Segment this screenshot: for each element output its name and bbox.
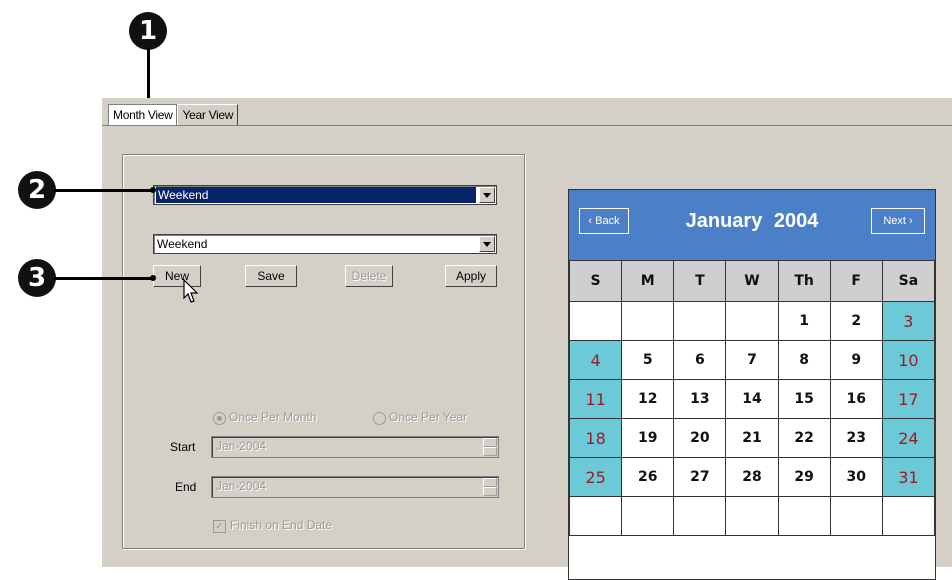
day-cell[interactable]: 2	[829, 301, 883, 341]
day-cell[interactable]: 8	[777, 340, 831, 380]
day-cell[interactable]: 14	[725, 379, 779, 419]
day-cell[interactable]: 19	[621, 418, 675, 458]
finish-on-end-date-label: Finish on End Date	[230, 518, 333, 532]
day-cell[interactable]: 21	[725, 418, 779, 458]
day-cell[interactable]: 22	[777, 418, 831, 458]
schedule-name-value: Weekend	[157, 237, 208, 251]
dow-cell: T	[673, 260, 727, 302]
dow-cell: Sa	[881, 260, 936, 302]
day-cell[interactable]	[621, 301, 675, 341]
weekend-day-cell[interactable]: 25	[568, 457, 623, 497]
day-of-week-row: S M T W Th F Sa	[568, 260, 936, 302]
apply-button[interactable]: Apply	[445, 265, 497, 287]
day-cell[interactable]: 12	[621, 379, 675, 419]
tab-year-view[interactable]: Year View	[177, 104, 239, 125]
day-cell[interactable]: 30	[829, 457, 883, 497]
once-per-year-label: Once Per Year	[389, 410, 468, 424]
callout-1: 1	[129, 12, 167, 50]
calendar-grid: S M T W Th F Sa 1 2 3 4 5 6 7 8 9 10 11 …	[568, 260, 936, 536]
day-cell[interactable]: 5	[621, 340, 675, 380]
end-date-field[interactable]: Jan-2004	[211, 476, 499, 498]
dow-cell: W	[725, 260, 779, 302]
dow-cell: Th	[777, 260, 831, 302]
callout-2: 2	[18, 171, 56, 209]
schedule-panel: Weekend Weekend New Save Delete Apply On…	[122, 154, 525, 549]
day-cell[interactable]	[568, 496, 623, 536]
delete-button[interactable]: Delete	[345, 265, 393, 287]
finish-on-end-date-checkbox[interactable]: ✓	[213, 520, 226, 533]
next-button[interactable]: Next ›	[871, 208, 925, 234]
calendar-week-row: 4 5 6 7 8 9 10	[568, 340, 936, 380]
callout-2-line	[54, 189, 154, 192]
mouse-cursor-icon	[183, 279, 199, 303]
day-cell[interactable]: 7	[725, 340, 779, 380]
start-date-spinner[interactable]	[483, 438, 497, 456]
day-cell[interactable]	[725, 301, 779, 341]
chevron-down-icon[interactable]	[479, 187, 495, 203]
calendar-header: ‹ Back January 2004 Next ›	[569, 190, 935, 260]
day-cell[interactable]	[725, 496, 779, 536]
day-cell[interactable]: 26	[621, 457, 675, 497]
schedule-selector-value: Weekend	[156, 187, 476, 203]
dow-cell: F	[829, 260, 883, 302]
once-per-month-radio[interactable]	[213, 412, 226, 425]
weekend-day-cell[interactable]: 31	[881, 457, 936, 497]
day-cell[interactable]	[829, 496, 883, 536]
end-date-spinner[interactable]	[483, 478, 497, 496]
dow-cell: S	[568, 260, 623, 302]
day-cell[interactable]: 29	[777, 457, 831, 497]
day-cell[interactable]: 6	[673, 340, 727, 380]
day-cell[interactable]	[777, 496, 831, 536]
start-date-field[interactable]: Jan-2004	[211, 436, 499, 458]
day-cell[interactable]: 20	[673, 418, 727, 458]
weekend-day-cell[interactable]: 17	[881, 379, 936, 419]
tab-panel: Weekend Weekend New Save Delete Apply On…	[102, 125, 952, 580]
calendar-week-row: 11 12 13 14 15 16 17	[568, 379, 936, 419]
day-cell[interactable]: 28	[725, 457, 779, 497]
day-cell[interactable]	[881, 496, 936, 536]
callout-3-dot	[150, 275, 156, 281]
day-cell[interactable]: 15	[777, 379, 831, 419]
callout-3-line	[54, 277, 154, 280]
day-cell[interactable]	[568, 301, 623, 341]
dow-cell: M	[621, 260, 675, 302]
tab-strip: Month View Year View	[108, 104, 239, 126]
weekend-day-cell[interactable]: 18	[568, 418, 623, 458]
schedule-selector-combo[interactable]: Weekend	[153, 185, 497, 205]
day-cell[interactable]: 9	[829, 340, 883, 380]
tab-month-view[interactable]: Month View	[108, 104, 178, 126]
chevron-down-icon[interactable]	[479, 236, 495, 252]
schedule-window: Month View Year View Weekend Weekend New…	[102, 98, 952, 580]
callout-3: 3	[18, 259, 56, 297]
start-date-value: Jan-2004	[216, 439, 267, 453]
save-button[interactable]: Save	[245, 265, 297, 287]
day-cell[interactable]	[621, 496, 675, 536]
end-label: End	[175, 480, 197, 494]
calendar-week-row: 1 2 3	[568, 301, 936, 341]
callout-2-dot	[150, 187, 156, 193]
month-calendar: ‹ Back January 2004 Next › S M T W Th F …	[568, 189, 936, 580]
weekend-day-cell[interactable]: 11	[568, 379, 623, 419]
once-per-month-label: Once Per Month	[229, 410, 317, 424]
day-cell[interactable]: 16	[829, 379, 883, 419]
day-cell[interactable]	[673, 301, 727, 341]
weekend-day-cell[interactable]: 3	[881, 301, 936, 341]
end-date-value: Jan-2004	[216, 479, 267, 493]
calendar-week-row: 18 19 20 21 22 23 24	[568, 418, 936, 458]
weekend-day-cell[interactable]: 24	[881, 418, 936, 458]
day-cell[interactable]: 13	[673, 379, 727, 419]
weekend-day-cell[interactable]: 10	[881, 340, 936, 380]
day-cell[interactable]: 27	[673, 457, 727, 497]
weekend-day-cell[interactable]: 4	[568, 340, 623, 380]
start-label: Start	[170, 440, 196, 454]
day-cell[interactable]: 23	[829, 418, 883, 458]
schedule-name-combo[interactable]: Weekend	[153, 234, 497, 254]
day-cell[interactable]	[673, 496, 727, 536]
day-cell[interactable]: 1	[777, 301, 831, 341]
calendar-week-row	[568, 496, 936, 536]
calendar-week-row: 25 26 27 28 29 30 31	[568, 457, 936, 497]
once-per-year-radio[interactable]	[373, 412, 386, 425]
